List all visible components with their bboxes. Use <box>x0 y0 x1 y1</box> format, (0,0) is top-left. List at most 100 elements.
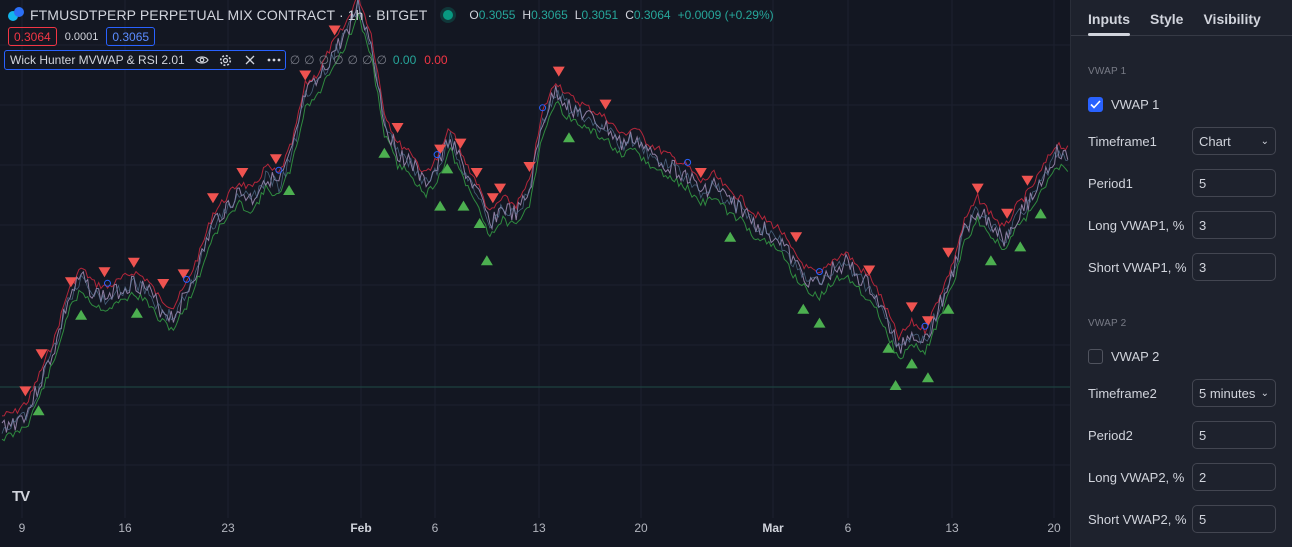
buy-signal-marker <box>378 147 391 158</box>
short-vwap2-label: Short VWAP2, % <box>1088 511 1187 527</box>
buy-price-button[interactable]: 0.3065 <box>106 27 156 46</box>
vwap2-toggle[interactable]: VWAP 2 <box>1088 349 1159 364</box>
long-vwap2-field[interactable] <box>1192 463 1276 491</box>
timeframe1-label: Timeframe1 <box>1088 133 1157 149</box>
indicator-value-green: 0.00 <box>392 53 417 67</box>
sell-price-button[interactable]: 0.3064 <box>8 27 57 46</box>
close-icon[interactable] <box>243 53 257 67</box>
time-axis-tick: 9 <box>18 521 26 535</box>
period2-input[interactable] <box>1199 427 1269 443</box>
chevron-down-icon: ⌄ <box>1260 135 1269 147</box>
time-axis-tick: 23 <box>221 521 235 535</box>
price-chart[interactable] <box>0 0 1070 518</box>
indicator-value-na: ∅ <box>361 53 373 67</box>
chevron-down-icon: ⌄ <box>1260 387 1269 399</box>
indicator-legend[interactable]: Wick Hunter MVWAP & RSI 2.01 <box>4 50 286 70</box>
buy-signal-marker <box>562 132 575 143</box>
buy-signal-marker <box>283 185 296 195</box>
period1-label: Period1 <box>1088 175 1133 191</box>
ohlc-change: +0.0009 (+0.29%) <box>677 8 774 22</box>
short-vwap2-field[interactable] <box>1192 505 1276 533</box>
indicator-values: ∅ ∅ ∅ ∅ ∅ ∅ ∅ 0.00 0.00 <box>290 53 448 67</box>
checkmark-icon <box>1090 100 1101 109</box>
gear-icon[interactable] <box>219 53 233 67</box>
time-axis-tick: 20 <box>1047 521 1061 535</box>
buy-signal-marker <box>905 358 918 369</box>
tab-style[interactable]: Style <box>1150 0 1183 35</box>
sell-signal-marker <box>863 265 876 276</box>
time-axis[interactable]: 9 16 23 Feb 6 13 20 Mar 6 13 20 <box>0 518 1070 547</box>
buy-signal-marker <box>921 372 934 383</box>
eye-icon[interactable] <box>195 53 209 67</box>
timeframe1-value: Chart <box>1199 133 1231 149</box>
long-vwap1-row: Long VWAP1, % <box>1088 211 1276 239</box>
sell-signal-marker <box>269 154 282 165</box>
time-axis-tick: 6 <box>431 521 439 535</box>
tradingview-logo[interactable]: TV <box>12 488 30 505</box>
timeframe1-select[interactable]: Chart ⌄ <box>1192 127 1276 155</box>
sell-signal-marker <box>905 302 918 313</box>
buy-signal-marker <box>457 200 470 211</box>
time-axis-tick: 6 <box>844 521 852 535</box>
long-vwap1-field[interactable] <box>1192 211 1276 239</box>
market-status-dot <box>443 10 454 20</box>
ohlc-open-key: O <box>469 8 479 22</box>
symbol-header: FTMUSDTPERP PERPETUAL MIX CONTRACT · 1h … <box>8 6 774 24</box>
long-vwap1-input[interactable] <box>1199 217 1269 233</box>
long-vwap2-row: Long VWAP2, % <box>1088 463 1276 491</box>
buy-signal-marker <box>434 200 447 211</box>
sell-signal-marker <box>971 183 984 194</box>
long-vwap2-input[interactable] <box>1199 469 1269 485</box>
sell-signal-marker <box>236 168 249 178</box>
vwap2-checkbox[interactable] <box>1088 349 1103 364</box>
timeframe2-select[interactable]: 5 minutes ⌄ <box>1192 379 1276 407</box>
indicator-value-na: ∅ <box>304 53 315 67</box>
indicator-legend-row: Wick Hunter MVWAP & RSI 2.01 ∅ ∅ ∅ ∅ ∅ ∅… <box>4 50 448 70</box>
sell-signal-marker <box>328 25 341 36</box>
timeframe1-row: Timeframe1 Chart ⌄ <box>1088 127 1276 155</box>
indicator-value-red: 0.00 <box>424 53 448 67</box>
long-vwap2-label: Long VWAP2, % <box>1088 469 1185 485</box>
time-axis-tick: 13 <box>532 521 546 535</box>
sell-signal-marker <box>391 123 404 133</box>
timeframe2-value: 5 minutes <box>1199 385 1256 401</box>
period2-field[interactable] <box>1192 421 1276 449</box>
ohlc-high-key: H <box>522 8 532 22</box>
sell-signal-marker <box>694 168 707 178</box>
period1-field[interactable] <box>1192 169 1276 197</box>
indicator-value-na: ∅ <box>333 53 344 67</box>
sell-signal-marker <box>299 70 312 81</box>
sell-signal-marker <box>1021 175 1034 186</box>
indicator-value-na: ∅ <box>318 53 330 67</box>
period2-row: Period2 <box>1088 421 1276 449</box>
ohlc-close-key: C <box>625 8 634 22</box>
period1-input[interactable] <box>1199 175 1269 191</box>
buy-signal-marker <box>480 255 493 266</box>
more-icon[interactable] <box>267 53 281 67</box>
timeframe2-row: Timeframe2 5 minutes ⌄ <box>1088 379 1276 407</box>
tab-inputs[interactable]: Inputs <box>1088 0 1130 36</box>
buy-signal-marker <box>130 307 143 318</box>
vwap1-checkbox[interactable] <box>1088 97 1103 112</box>
short-vwap2-row: Short VWAP2, % <box>1088 505 1276 533</box>
short-vwap2-input[interactable] <box>1199 511 1269 527</box>
buy-signal-marker <box>1014 241 1027 252</box>
vwap2-checkbox-label[interactable]: VWAP 2 <box>1111 349 1159 364</box>
ohlc-low-value: 0.3051 <box>581 8 619 22</box>
symbol-title[interactable]: FTMUSDTPERP PERPETUAL MIX CONTRACT · 1h … <box>30 7 427 23</box>
time-axis-tick: Mar <box>762 521 784 535</box>
vwap1-checkbox-label[interactable]: VWAP 1 <box>1111 97 1159 112</box>
sell-signal-marker <box>942 247 955 258</box>
buy-signal-marker <box>889 380 902 390</box>
vwap1-toggle[interactable]: VWAP 1 <box>1088 97 1159 112</box>
indicator-name[interactable]: Wick Hunter MVWAP & RSI 2.01 <box>10 53 185 67</box>
tab-visibility[interactable]: Visibility <box>1203 0 1260 35</box>
indicator-value-na: ∅ <box>347 53 358 67</box>
sell-signal-marker <box>470 168 483 178</box>
buy-signal-marker <box>75 309 88 320</box>
short-vwap1-field[interactable] <box>1192 253 1276 281</box>
chart-area[interactable]: FTMUSDTPERP PERPETUAL MIX CONTRACT · 1h … <box>0 0 1070 547</box>
buy-signal-marker <box>724 231 737 242</box>
short-vwap1-input[interactable] <box>1199 259 1269 275</box>
sell-signal-marker <box>494 183 507 194</box>
